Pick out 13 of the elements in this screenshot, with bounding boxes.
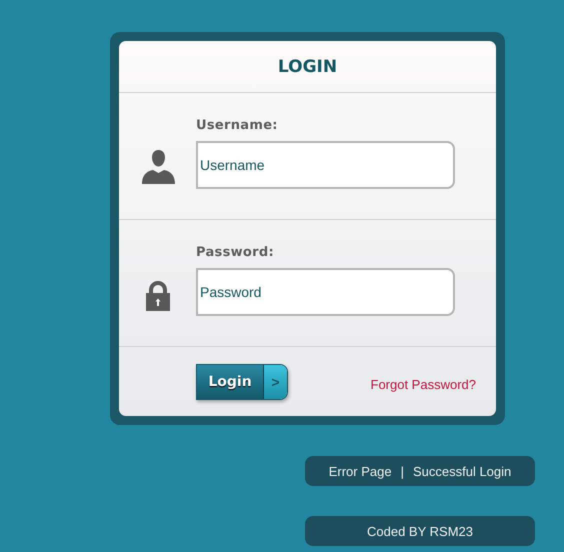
login-title: LOGIN xyxy=(278,56,338,76)
login-button[interactable]: Login > xyxy=(196,364,288,400)
nav-link[interactable]: Error Page xyxy=(328,464,392,478)
forgot-password-link[interactable]: Forgot Password? xyxy=(370,377,476,392)
user-icon xyxy=(142,150,174,184)
lock-icon xyxy=(146,280,170,311)
password-field[interactable]: Password xyxy=(196,268,455,316)
field-label: Username: xyxy=(196,118,279,133)
credit-text: Coded BY RSM23 xyxy=(367,524,473,538)
separator: | xyxy=(400,464,404,478)
nav-link[interactable]: Successful Login xyxy=(412,464,512,478)
field-label: Password: xyxy=(196,245,275,260)
username-field[interactable]: Username xyxy=(196,141,455,189)
